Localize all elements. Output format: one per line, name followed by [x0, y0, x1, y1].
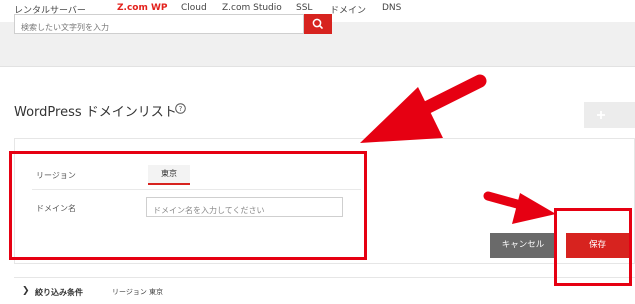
svg-text:?: ?: [179, 105, 183, 113]
annotation-highlight-save: [554, 208, 632, 286]
question-circle-icon[interactable]: ?: [175, 103, 186, 114]
nav-item-domain[interactable]: ドメイン: [330, 3, 366, 16]
cancel-button[interactable]: キャンセル: [490, 233, 556, 258]
search-input[interactable]: [15, 18, 307, 37]
search-icon: [312, 18, 323, 29]
nav-item-cloud[interactable]: Cloud: [181, 3, 207, 13]
search-button[interactable]: [304, 14, 332, 34]
page-title: WordPress ドメインリスト: [14, 105, 177, 120]
annotation-arrow-large: [360, 74, 487, 143]
nav-item-zcom-wp[interactable]: Z.com WP: [117, 3, 168, 13]
filter-region-key: リージョン: [112, 288, 147, 296]
filter-label[interactable]: 絞り込み条件: [35, 287, 83, 298]
filter-bar[interactable]: [14, 277, 635, 304]
add-button[interactable]: [584, 102, 635, 128]
search-box: [14, 14, 307, 37]
annotation-highlight-form: [9, 151, 367, 260]
plus-icon: [597, 111, 605, 119]
nav-item-dns[interactable]: DNS: [382, 3, 401, 13]
nav-item-zcom-studio[interactable]: Z.com Studio: [222, 3, 282, 13]
chevron-right-icon[interactable]: ❯: [22, 286, 30, 296]
filter-region-value: 東京: [149, 288, 163, 296]
nav-item-ssl[interactable]: SSL: [296, 3, 312, 13]
